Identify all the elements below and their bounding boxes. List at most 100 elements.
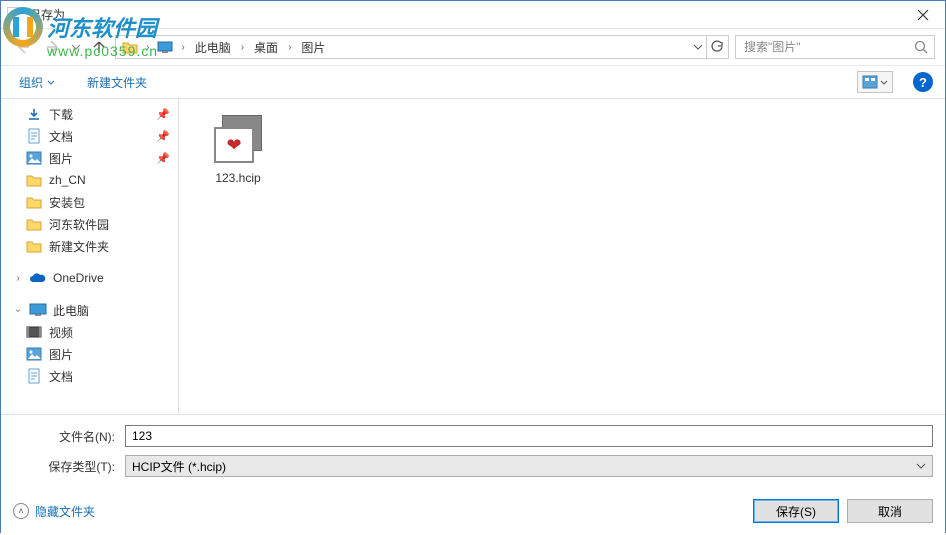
sidebar-item-label: 新建文件夹: [49, 238, 178, 255]
chevron-down-icon: [693, 44, 703, 50]
file-item[interactable]: ❤ 123.hcip: [193, 113, 283, 185]
hide-folders-toggle[interactable]: ˄ 隐藏文件夹: [13, 503, 95, 520]
sidebar-item-label: 视频: [49, 324, 178, 341]
search-box[interactable]: [735, 35, 935, 59]
file-list-pane[interactable]: ❤ 123.hcip: [179, 99, 945, 414]
picture-icon: [25, 346, 43, 362]
breadcrumb-bar[interactable]: › › 此电脑 › 桌面 › 图片: [115, 35, 729, 59]
sidebar-item-label: zh_CN: [49, 173, 178, 187]
close-button[interactable]: [900, 1, 945, 28]
sidebar-item-label: 图片: [49, 346, 178, 363]
sidebar-item-label: 图片: [49, 150, 150, 167]
refresh-button[interactable]: [706, 36, 726, 58]
sidebar-item-onedrive[interactable]: › OneDrive: [1, 267, 178, 289]
filetype-select[interactable]: HCIP文件 (*.hcip): [125, 455, 933, 477]
sidebar-item-label: 河东软件园: [49, 216, 178, 233]
doc-icon: [25, 128, 43, 144]
chevron-down-icon: [880, 80, 888, 85]
pin-icon: 📌: [156, 130, 170, 143]
help-button[interactable]: ?: [913, 72, 933, 92]
filename-label: 文件名(N):: [13, 428, 121, 445]
sidebar-item-pictures2[interactable]: 图片: [1, 343, 178, 365]
navigation-bar: › › 此电脑 › 桌面 › 图片: [1, 29, 945, 65]
main-area: 下载 📌 文档 📌 图片 📌 zh_CN 安装包 河东软件园 新建文件夹: [1, 99, 945, 414]
app-icon: [7, 7, 23, 23]
filetype-label: 保存类型(T):: [13, 458, 121, 475]
hide-folders-label: 隐藏文件夹: [35, 503, 95, 520]
filetype-value: HCIP文件 (*.hcip): [132, 458, 226, 475]
arrow-left-icon: [13, 37, 33, 57]
thispc-icon: [29, 302, 47, 318]
sidebar-item-label: 安装包: [49, 194, 178, 211]
dialog-footer: ˄ 隐藏文件夹 保存(S) 取消: [1, 491, 945, 535]
file-name-label: 123.hcip: [215, 171, 260, 185]
folder-icon: [25, 216, 43, 232]
pin-icon: 📌: [156, 152, 170, 165]
expander-icon[interactable]: ›: [13, 305, 24, 315]
nav-history-dropdown[interactable]: [71, 44, 83, 50]
close-icon: [917, 9, 929, 21]
thispc-icon: [157, 41, 173, 53]
dropdown-icon: [47, 80, 55, 85]
breadcrumb-seg-pictures[interactable]: 图片: [299, 37, 327, 58]
titlebar: 另存为: [1, 1, 945, 29]
arrow-up-icon: [91, 39, 107, 55]
refresh-icon: [710, 40, 724, 54]
chevron-down-icon: [71, 44, 81, 50]
onedrive-icon: [29, 270, 47, 286]
organize-label: 组织: [19, 74, 43, 91]
sidebar-item-zhcn[interactable]: zh_CN: [1, 169, 178, 191]
folder-icon: [25, 194, 43, 210]
breadcrumb-dropdown[interactable]: [688, 36, 706, 58]
sidebar-item-hedong[interactable]: 河东软件园: [1, 213, 178, 235]
nav-up-button[interactable]: [89, 39, 109, 55]
new-folder-button[interactable]: 新建文件夹: [81, 70, 153, 95]
sidebar-item-videos[interactable]: 视频: [1, 321, 178, 343]
arrow-right-icon: [43, 37, 63, 57]
folder-icon: [122, 40, 138, 54]
sidebar-item-label: 文档: [49, 128, 150, 145]
save-button[interactable]: 保存(S): [753, 499, 839, 523]
pin-icon: 📌: [156, 108, 170, 121]
view-icon: [862, 75, 878, 89]
sidebar-item-installpkg[interactable]: 安装包: [1, 191, 178, 213]
breadcrumb-seg-thispc[interactable]: 此电脑: [193, 37, 233, 58]
search-icon[interactable]: [914, 40, 928, 54]
new-folder-label: 新建文件夹: [87, 74, 147, 91]
cancel-button[interactable]: 取消: [847, 499, 933, 523]
folder-icon: [25, 238, 43, 254]
nav-forward-button[interactable]: [41, 35, 65, 59]
doc-icon: [25, 368, 43, 384]
search-input[interactable]: [736, 36, 934, 58]
save-form: 文件名(N): 保存类型(T): HCIP文件 (*.hcip): [1, 414, 945, 491]
expander-icon[interactable]: ›: [13, 273, 23, 284]
sidebar-item-label: 下载: [49, 106, 150, 123]
filename-input[interactable]: [125, 425, 933, 447]
organize-button[interactable]: 组织: [13, 70, 61, 95]
toolbar: 组织 新建文件夹 ?: [1, 65, 945, 99]
chevron-up-icon: ˄: [13, 503, 29, 519]
view-mode-button[interactable]: [857, 71, 893, 93]
sidebar-item-documents2[interactable]: 文档: [1, 365, 178, 387]
sidebar-item-downloads[interactable]: 下载 📌: [1, 103, 178, 125]
video-icon: [25, 324, 43, 340]
sidebar-item-newfolder[interactable]: 新建文件夹: [1, 235, 178, 257]
download-icon: [25, 106, 43, 122]
sidebar-item-documents[interactable]: 文档 📌: [1, 125, 178, 147]
breadcrumb-seg-desktop[interactable]: 桌面: [252, 37, 280, 58]
sidebar-item-thispc[interactable]: › 此电脑: [1, 299, 178, 321]
cancel-button-label: 取消: [878, 503, 902, 520]
breadcrumb-sep: ›: [142, 42, 153, 53]
save-button-label: 保存(S): [776, 503, 816, 520]
sidebar-item-pictures[interactable]: 图片 📌: [1, 147, 178, 169]
picture-icon: [25, 150, 43, 166]
sidebar-tree[interactable]: 下载 📌 文档 📌 图片 📌 zh_CN 安装包 河东软件园 新建文件夹: [1, 99, 179, 414]
heart-icon: ❤: [226, 135, 241, 156]
window-title: 另存为: [29, 6, 65, 23]
sidebar-item-label: 此电脑: [53, 302, 178, 319]
folder-icon: [25, 172, 43, 188]
sidebar-item-label: OneDrive: [53, 271, 178, 285]
chevron-down-icon: [916, 463, 926, 469]
sidebar-item-label: 文档: [49, 368, 178, 385]
nav-back-button[interactable]: [11, 35, 35, 59]
